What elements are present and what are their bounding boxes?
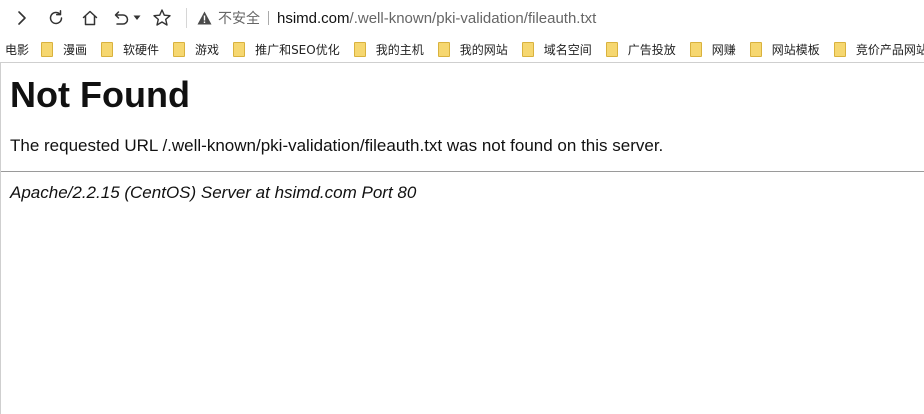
divider [1,171,924,172]
folder-icon [521,41,534,57]
favorite-button[interactable] [148,4,176,32]
bookmark-folder-label: 我的主机 [375,42,424,57]
toolbar-separator [186,8,187,28]
bookmark-folder-label: 漫画 [63,42,88,57]
folder-icon [605,41,618,57]
browser-window: 不安全 hsimd.com/.well-known/pki-validation… [0,0,924,414]
caret-down-icon [133,15,141,20]
folder-icon [437,41,450,57]
bookmark-folder-label: 游戏 [195,42,220,57]
bookmark-folder[interactable]: 域名空间 [521,41,592,58]
bookmark-folder[interactable]: 推广和SEO优化 [233,41,340,58]
folder-icon [101,41,114,57]
bookmark-folder[interactable]: 我的网站 [437,41,508,58]
security-status-label[interactable]: 不安全 [218,8,260,28]
folder-icon [41,41,54,57]
bookmark-folder[interactable]: 漫画 [41,41,87,58]
bookmark-label: 电影 [5,42,30,57]
bookmark-folder-label: 推广和SEO优化 [255,42,340,57]
warning-icon[interactable] [195,9,213,27]
server-signature: Apache/2.2.15 (CentOS) Server at hsimd.c… [10,183,417,202]
forward-button[interactable] [8,4,36,32]
undo-button[interactable] [110,4,132,32]
bookmark-folder[interactable]: 网赚 [689,41,736,58]
folder-icon [749,41,762,57]
home-icon [82,10,98,26]
folder-icon [833,41,846,57]
browser-toolbar: 不安全 hsimd.com/.well-known/pki-validation… [0,0,924,36]
folder-icon [173,41,186,57]
undo-dropdown-button[interactable] [132,4,142,32]
address-bar[interactable]: 不安全 hsimd.com/.well-known/pki-validation… [195,4,924,32]
error-message: The requested URL /.well-known/pki-valid… [10,136,664,155]
folder-icon [353,41,366,57]
bookmark-folder-label: 网站模板 [771,42,820,57]
bookmark-folder[interactable]: 软硬件 [101,41,159,58]
chevron-right-icon [18,11,26,25]
star-icon [153,9,171,26]
folder-icon [233,41,246,57]
url-text[interactable]: hsimd.com/.well-known/pki-validation/fil… [277,10,596,27]
bookmark-folder[interactable]: 竞价产品网站 [833,41,924,58]
undo-icon [114,11,129,25]
undo-close-tab-group [110,4,142,32]
folder-icon [689,41,702,57]
bookmark-item[interactable]: 电影 [5,41,29,58]
home-button[interactable] [76,4,104,32]
bookmark-folder-label: 我的网站 [459,42,508,57]
reload-button[interactable] [42,4,70,32]
address-divider [268,11,269,25]
bookmark-folder-label: 竞价产品网站 [855,42,924,57]
page-title: Not Found [10,74,190,115]
bookmark-folder[interactable]: 我的主机 [353,41,424,58]
bookmarks-bar: 电影 漫画 软硬件 游戏 推广和SEO优化 我的主机 我的网站 域名空间 广告投… [0,36,924,63]
reload-icon [49,10,63,25]
bookmark-folder-label: 软硬件 [123,42,160,57]
url-host: hsimd.com [277,9,350,27]
bookmark-folder[interactable]: 游戏 [173,41,219,58]
url-path: /.well-known/pki-validation/fileauth.txt [349,9,597,27]
bookmark-folder[interactable]: 网站模板 [749,41,820,58]
bookmark-folder-label: 网赚 [711,42,736,57]
bookmark-folder-label: 域名空间 [543,42,592,57]
bookmark-folder-label: 广告投放 [627,42,676,57]
bookmark-folder[interactable]: 广告投放 [605,41,676,58]
page-content: Not Found The requested URL /.well-known… [0,63,924,414]
